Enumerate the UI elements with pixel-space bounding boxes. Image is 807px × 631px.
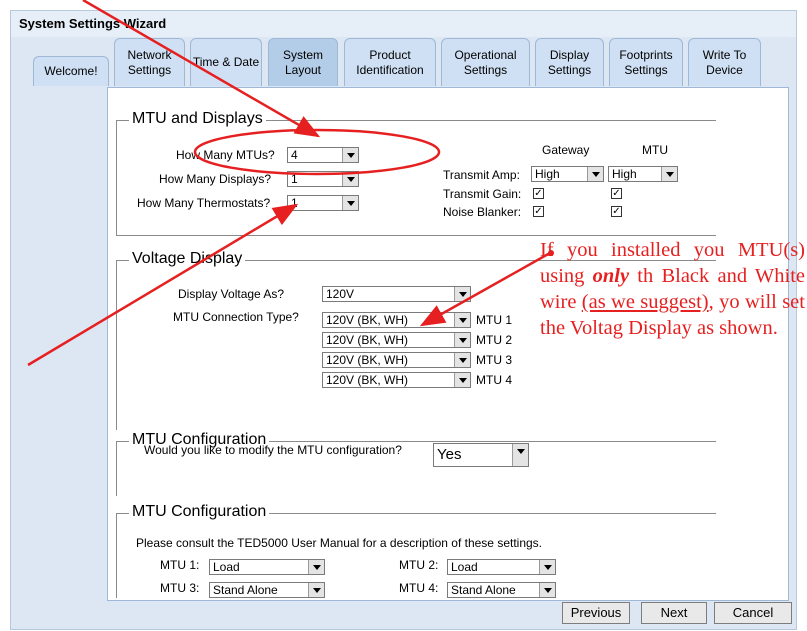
annotation-overlay — [27, 0, 554, 367]
arrow-to-mtus — [82, 0, 321, 138]
arrow-to-thermostats — [27, 203, 299, 367]
arrow-origin-dot — [548, 250, 554, 256]
arrow-to-connection-type — [419, 251, 551, 327]
